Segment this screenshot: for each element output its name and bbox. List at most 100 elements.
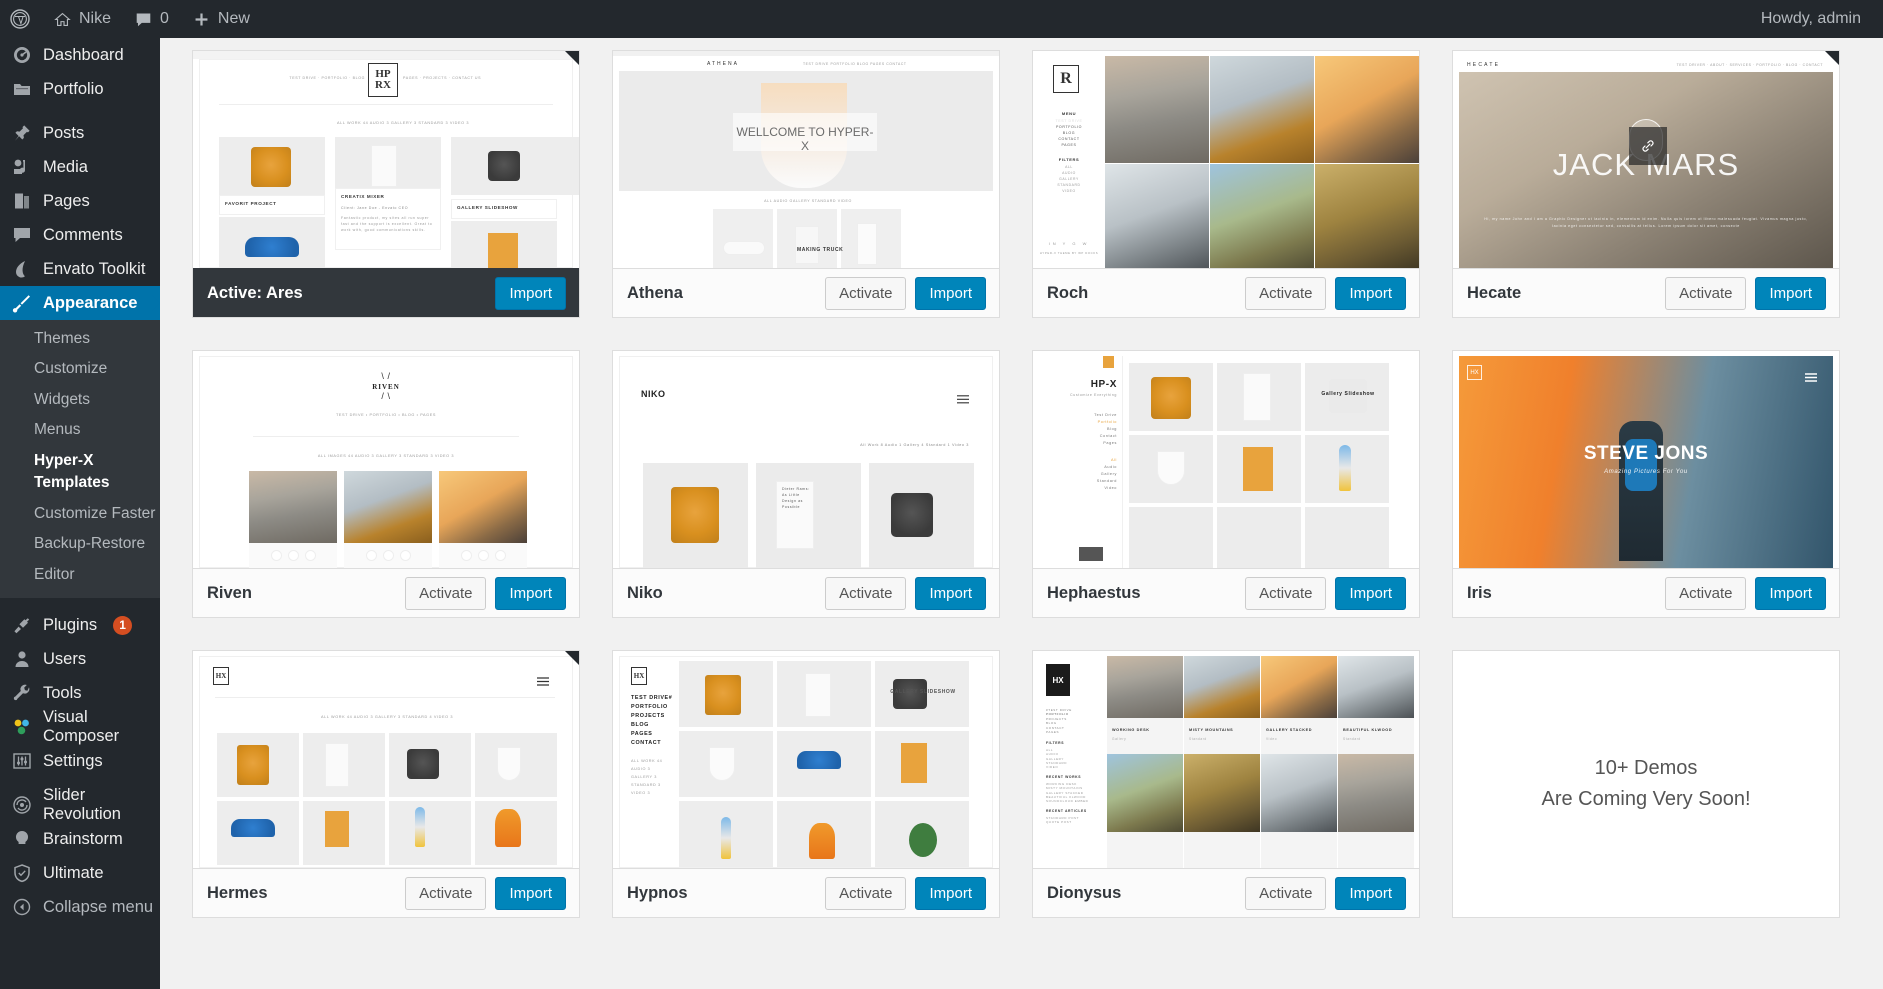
brainstorm-bulb-icon — [12, 829, 32, 849]
theme-screenshot[interactable]: NIKO All Work 8 Audio 1 Gallery 4 Standar… — [613, 351, 999, 568]
sidebar-item-plugins[interactable]: Plugins 1 — [0, 608, 160, 642]
mock-text: Gallery — [1100, 472, 1117, 476]
mock-text: ATHENA — [707, 61, 739, 67]
mock-logo: HX — [631, 667, 647, 685]
theme-preview-mockup: R MENU TEST DRIVE PORTFOLIO BLOG CONTACT PAGES… — [1033, 51, 1419, 268]
submenu-item-customize-faster[interactable]: Customize Faster — [0, 499, 160, 529]
sidebar-item-media[interactable]: Media — [0, 150, 160, 184]
theme-card[interactable]: ATHENA TEST DRIVE PORTFOLIO BLOG PAGES CO… — [612, 50, 1000, 318]
mock-text: STANDARD 3 — [631, 783, 661, 787]
theme-screenshot[interactable]: R MENU TEST DRIVE PORTFOLIO BLOG CONTACT PAGES… — [1033, 51, 1419, 268]
sidebar-item-label: Brainstorm — [43, 829, 123, 848]
sidebar-item-ultimate[interactable]: Ultimate — [0, 856, 160, 890]
sidebar-item-pages[interactable]: Pages — [0, 184, 160, 218]
import-button[interactable]: Import — [1755, 576, 1826, 610]
import-button[interactable]: Import — [1335, 876, 1406, 910]
import-button[interactable]: Import — [1335, 276, 1406, 310]
theme-card-footer: Active: Ares Import — [193, 268, 579, 317]
sidebar-item-comments[interactable]: Comments — [0, 218, 160, 252]
theme-card[interactable]: HX STEVE JONS Amazing Pictures For You Iris… — [1452, 350, 1840, 618]
howdy-menu[interactable]: Howdy, admin — [1761, 10, 1883, 28]
activate-button[interactable]: Activate — [1665, 576, 1747, 610]
activate-button[interactable]: Activate — [1245, 876, 1327, 910]
sidebar-item-posts[interactable]: Posts — [0, 116, 160, 150]
submenu-item-themes[interactable]: Themes — [0, 324, 160, 354]
card-corner-marker — [1825, 51, 1839, 65]
new-content-menu[interactable]: New — [181, 0, 262, 38]
activate-button[interactable]: Activate — [405, 576, 487, 610]
submenu-item-widgets[interactable]: Widgets — [0, 385, 160, 415]
theme-screenshot[interactable]: HX TEST DRIVE# PORTFOLIO PROJECTS BLOG PAGES C… — [613, 651, 999, 868]
submenu-item-backup-restore[interactable]: Backup-Restore — [0, 529, 160, 559]
theme-card[interactable]: HP RX TEST DRIVE · PORTFOLIO · BLOG PAGES ·… — [192, 50, 580, 318]
import-button[interactable]: Import — [1335, 576, 1406, 610]
theme-card-actions: Activate Import — [1245, 576, 1406, 610]
activate-button[interactable]: Activate — [1245, 276, 1327, 310]
activate-button[interactable]: Activate — [1665, 276, 1747, 310]
comments-bubble[interactable]: 0 — [123, 0, 181, 38]
sidebar-item-settings[interactable]: Settings — [0, 744, 160, 778]
mock-text: PORTFOLIO — [1055, 125, 1083, 129]
mock-text: GALLERY STACKED — [1266, 728, 1313, 732]
theme-screenshot[interactable]: HX ALL WORK 44 AUDIO 3 GALLERY 3 STANDARD… — [193, 651, 579, 868]
import-button[interactable]: Import — [495, 876, 566, 910]
theme-card[interactable]: R MENU TEST DRIVE PORTFOLIO BLOG CONTACT PAGES… — [1032, 50, 1420, 318]
import-button[interactable]: Import — [915, 276, 986, 310]
sidebar-item-appearance[interactable]: Appearance — [0, 286, 160, 320]
mock-text: FAVORIT PROJECT — [225, 201, 277, 206]
mock-photo — [1107, 754, 1183, 832]
import-button[interactable]: Import — [915, 576, 986, 610]
sidebar-item-slider-revolution[interactable]: Slider Revolution — [0, 786, 160, 823]
theme-card[interactable]: HX #TEST DRIVE PORTFOLIO PROJECTS BLOG CONTAC… — [1032, 650, 1420, 918]
theme-card[interactable]: HX ALL WORK 44 AUDIO 3 GALLERY 3 STANDARD… — [192, 650, 580, 918]
submenu-item-hyper-x-templates[interactable]: Hyper-X Templates — [0, 446, 160, 499]
sidebar-item-users[interactable]: Users — [0, 642, 160, 676]
sidebar-item-envato-toolkit[interactable]: Envato Toolkit — [0, 252, 160, 286]
activate-button[interactable]: Activate — [1245, 576, 1327, 610]
mock-text: VIDEO — [1046, 765, 1059, 770]
mock-text: TEST DRIVER · ABOUT · SERVICES · PORTFOL… — [1676, 63, 1823, 67]
theme-screenshot[interactable]: HECATE TEST DRIVER · ABOUT · SERVICES · P… — [1453, 51, 1839, 268]
theme-card[interactable]: HX TEST DRIVE# PORTFOLIO PROJECTS BLOG PAGES C… — [612, 650, 1000, 918]
theme-card[interactable]: NIKO All Work 8 Audio 1 Gallery 4 Standar… — [612, 350, 1000, 618]
sidebar-item-label: Comments — [43, 225, 123, 244]
mock-text: PAGES — [631, 731, 653, 737]
submenu-item-customize[interactable]: Customize — [0, 354, 160, 384]
mock-text: STEVE JONS — [1583, 443, 1709, 464]
mock-photo — [1107, 656, 1183, 718]
sidebar-item-dashboard[interactable]: Dashboard — [0, 38, 160, 72]
theme-screenshot[interactable]: HX #TEST DRIVE PORTFOLIO PROJECTS BLOG CONTAC… — [1033, 651, 1419, 868]
theme-screenshot[interactable]: HP-X Customize Everything Test Drive Portfo… — [1033, 351, 1419, 568]
mock-photo — [1315, 56, 1419, 163]
sidebar-item-visual-composer[interactable]: Visual Composer — [0, 708, 160, 745]
envato-leaf-icon — [12, 259, 32, 279]
theme-card[interactable]: HECATE TEST DRIVER · ABOUT · SERVICES · P… — [1452, 50, 1840, 318]
import-button[interactable]: Import — [915, 876, 986, 910]
theme-screenshot[interactable]: \ / RIVEN / \ TEST DRIVE • PORTFOLIO • BLOG… — [193, 351, 579, 568]
activate-button[interactable]: Activate — [825, 576, 907, 610]
theme-screenshot[interactable]: ATHENA TEST DRIVE PORTFOLIO BLOG PAGES CO… — [613, 51, 999, 268]
submenu-item-editor[interactable]: Editor — [0, 560, 160, 590]
mock-photo — [1184, 656, 1260, 718]
site-name-menu[interactable]: Nike — [42, 0, 123, 38]
mock-photo — [249, 471, 337, 543]
theme-card[interactable]: HP-X Customize Everything Test Drive Portfo… — [1032, 350, 1420, 618]
sidebar-item-brainstorm[interactable]: Brainstorm — [0, 822, 160, 856]
activate-button[interactable]: Activate — [825, 876, 907, 910]
import-button[interactable]: Import — [1755, 276, 1826, 310]
activate-button[interactable]: Activate — [825, 276, 907, 310]
mock-tile — [389, 801, 471, 865]
theme-screenshot[interactable]: HX STEVE JONS Amazing Pictures For You — [1453, 351, 1839, 568]
theme-name: Active: Ares — [207, 283, 303, 302]
theme-screenshot[interactable]: HP RX TEST DRIVE · PORTFOLIO · BLOG PAGES ·… — [193, 51, 579, 268]
wp-logo-menu[interactable] — [0, 0, 42, 38]
submenu-item-menus[interactable]: Menus — [0, 415, 160, 445]
sidebar-item-label: Tools — [43, 683, 82, 702]
import-button[interactable]: Import — [495, 276, 566, 310]
sidebar-item-tools[interactable]: Tools — [0, 676, 160, 710]
sidebar-item-collapse-menu[interactable]: Collapse menu — [0, 890, 160, 924]
activate-button[interactable]: Activate — [405, 876, 487, 910]
theme-card[interactable]: \ / RIVEN / \ TEST DRIVE • PORTFOLIO • BLOG… — [192, 350, 580, 618]
sidebar-item-portfolio[interactable]: Portfolio — [0, 72, 160, 106]
import-button[interactable]: Import — [495, 576, 566, 610]
